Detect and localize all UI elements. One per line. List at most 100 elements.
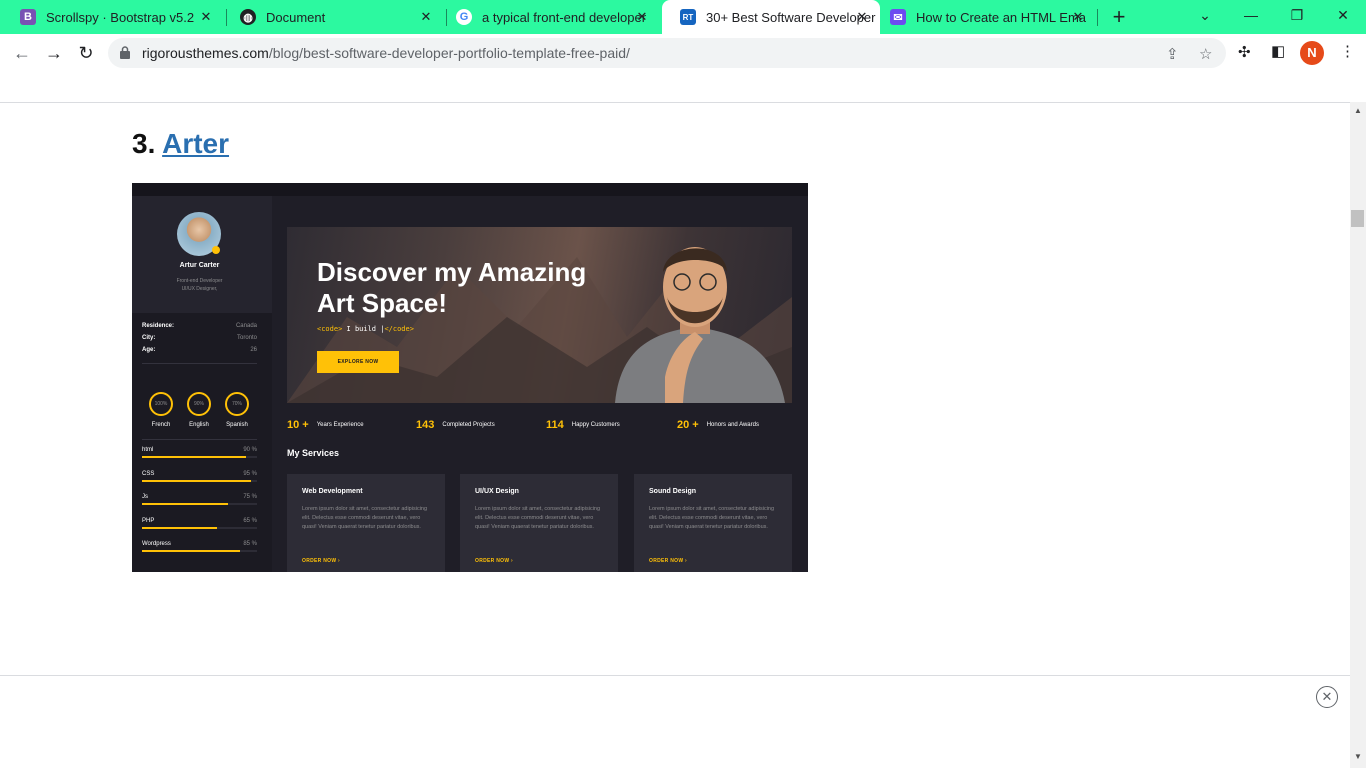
close-tab-icon[interactable]: ✕: [418, 9, 434, 25]
arter-preview-image: Artur Carter Front-end Developer UI/UX De…: [132, 183, 808, 572]
skill-fill: [142, 479, 252, 482]
rt-icon: RT: [680, 9, 696, 25]
tab-document[interactable]: ◍ Document ✕: [222, 0, 444, 34]
role-line-2: UI/UX Designer,: [181, 286, 218, 292]
preview-top-strip: [132, 183, 808, 196]
language-label: Spanish: [226, 422, 248, 428]
role-line-1: Front-end Developer: [176, 278, 223, 284]
side-panel-icon[interactable]: ◧: [1271, 42, 1285, 60]
hero-title: Discover my Amazing Art Space!: [317, 257, 637, 319]
skill-name: Js: [142, 494, 148, 500]
service-description: Lorem ipsum dolor sit amet, consectetur …: [649, 506, 775, 530]
skill-row: Wordpress 85 %: [142, 541, 257, 552]
stat-number: 114: [546, 419, 564, 431]
close-window-button[interactable]: ✕: [1320, 0, 1366, 30]
close-tab-icon[interactable]: ✕: [198, 9, 214, 25]
language-progress-english: 90%: [187, 392, 211, 416]
profile-avatar[interactable]: N: [1300, 41, 1324, 65]
code-open-tag: <code>: [317, 325, 343, 333]
skill-percent: 95 %: [243, 470, 257, 477]
info-city: City: Toronto: [142, 335, 257, 341]
skill-percent: 85 %: [243, 541, 257, 547]
tab-html-email[interactable]: ✉ How to Create an HTML Ema ✕: [872, 0, 1096, 34]
service-title: Web Development: [302, 488, 363, 495]
explore-now-button: EXPLORE NOW: [317, 351, 399, 373]
browser-toolbar: ← → ↻ rigorousthemes.com/blog/best-softw…: [0, 34, 1366, 72]
info-value: Canada: [235, 323, 257, 329]
scroll-down-arrow-icon[interactable]: ▼: [1351, 752, 1365, 761]
menu-kebab-icon[interactable]: ⋮: [1340, 42, 1355, 60]
service-title: Sound Design: [649, 488, 697, 495]
preview-sidebar: Artur Carter Front-end Developer UI/UX De…: [132, 196, 272, 572]
bookmark-star-icon[interactable]: ☆: [1199, 45, 1212, 63]
page-content: 3. Arter Artur Carter Front-end Develope…: [0, 72, 1350, 768]
language-label: French: [151, 422, 171, 428]
tab-google-search[interactable]: G a typical front-end developer ✕: [438, 0, 660, 34]
stat-number: 10 +: [287, 419, 309, 431]
language-progress-spanish: 70%: [225, 392, 249, 416]
close-ad-icon[interactable]: ✕: [1316, 686, 1338, 708]
back-arrow-icon[interactable]: ←: [8, 39, 36, 67]
tab-search-chevron-icon[interactable]: ⌄: [1182, 0, 1228, 30]
skill-percent: 90 %: [243, 447, 257, 453]
hero-code-line: <code> I build |</code>: [317, 325, 414, 333]
skill-name: Wordpress: [142, 541, 171, 547]
restore-button[interactable]: ❐: [1274, 0, 1320, 30]
profile-name: Artur Carter: [179, 262, 220, 269]
close-tab-icon[interactable]: ✕: [854, 9, 870, 25]
code-text: I build |: [342, 325, 385, 333]
stat-years: 10 + Years Experience: [287, 419, 364, 431]
skill-percent: 65 %: [243, 517, 257, 524]
tab-scrollspy[interactable]: B Scrollspy · Bootstrap v5.2 ✕: [2, 0, 224, 34]
info-value: Toronto: [236, 335, 257, 341]
scrollbar-thumb[interactable]: [1351, 210, 1364, 227]
service-description: Lorem ipsum dolor sit amet, consectetur …: [302, 506, 428, 530]
address-bar[interactable]: rigorousthemes.com/blog/best-software-de…: [108, 38, 1226, 68]
skill-track: [142, 456, 257, 458]
minimize-button[interactable]: —: [1228, 0, 1274, 30]
preview-profile-card: Artur Carter Front-end Developer UI/UX De…: [132, 196, 272, 313]
reload-icon[interactable]: ↻: [72, 39, 100, 67]
order-now-link: ORDER NOW ›: [475, 558, 514, 564]
skill-row: html 90 %: [142, 447, 257, 458]
url-domain: rigorousthemes.com: [142, 45, 269, 61]
info-label: Residence:: [142, 323, 175, 329]
scroll-up-arrow-icon[interactable]: ▲: [1351, 106, 1365, 115]
skill-fill: [142, 526, 217, 529]
globe-icon: ◍: [240, 9, 256, 25]
extensions-puzzle-icon[interactable]: ✣: [1238, 43, 1251, 61]
share-icon[interactable]: ⇪: [1166, 45, 1179, 63]
info-age: Age: 26: [142, 347, 257, 353]
stat-awards: 20 + Honors and Awards: [677, 419, 759, 431]
skill-name: CSS: [142, 470, 155, 477]
stat-label: Completed Projects: [442, 422, 495, 428]
arter-link[interactable]: Arter: [162, 128, 229, 159]
stat-number: 20 +: [677, 419, 699, 431]
url-text: rigorousthemes.com/blog/best-software-de…: [142, 45, 630, 61]
stat-label: Years Experience: [316, 422, 364, 428]
heading-number: 3.: [132, 128, 156, 159]
tab-title: How to Create an HTML Ema: [916, 9, 1087, 25]
skill-fill: [142, 503, 229, 505]
close-tab-icon[interactable]: ✕: [634, 9, 650, 25]
tab-active-software-developer[interactable]: RT 30+ Best Software Developer ✕: [662, 0, 880, 34]
language-label: English: [189, 422, 209, 428]
close-tab-icon[interactable]: ✕: [1070, 9, 1086, 25]
header-divider: [0, 102, 1350, 103]
new-tab-button[interactable]: +: [1096, 2, 1142, 32]
service-card: Web Development Lorem ipsum dolor sit ame…: [287, 474, 445, 572]
skill-name: html: [142, 447, 154, 453]
stat-number: 143: [416, 419, 435, 431]
code-close-tag: </code>: [384, 325, 414, 333]
skill-row: Js 75 %: [142, 494, 257, 505]
forward-arrow-icon[interactable]: →: [40, 39, 68, 67]
skill-percent: 75 %: [243, 494, 257, 500]
hero-title-line-2: Art Space!: [317, 288, 448, 318]
tab-strip: B Scrollspy · Bootstrap v5.2 ✕ ◍ Documen…: [0, 0, 1366, 34]
skill-fill: [142, 550, 240, 552]
page-scrollbar[interactable]: [1350, 102, 1366, 768]
sidebar-divider: [142, 439, 257, 440]
service-card: Sound Design Lorem ipsum dolor sit amet, …: [634, 474, 792, 572]
url-path: /blog/best-software-developer-portfolio-…: [268, 45, 630, 61]
order-now-link: ORDER NOW ›: [302, 558, 341, 564]
